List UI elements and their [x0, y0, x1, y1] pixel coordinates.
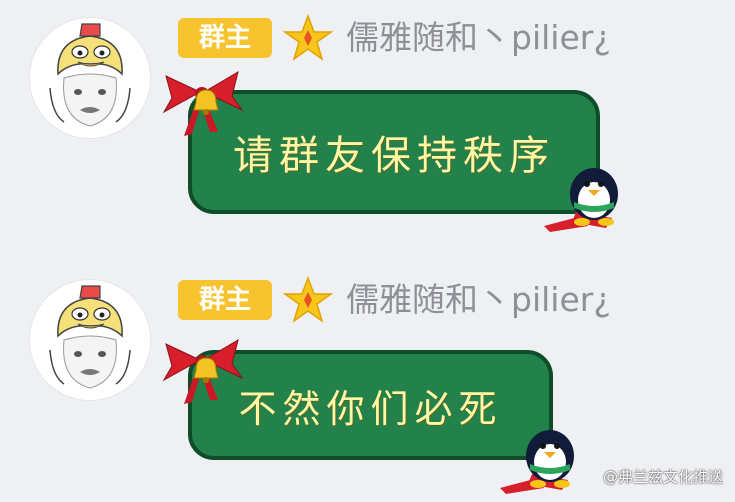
avatar[interactable] [30, 18, 150, 138]
penguin-icon [544, 168, 618, 232]
watermark: @弗兰兹文化推送 [602, 468, 723, 486]
group-owner-badge: 群主 [178, 18, 272, 58]
cat-avatar-icon [30, 18, 150, 138]
chat-message: 群主 儒雅随和丶pilier¿ 请群友保持秩序 [0, 0, 735, 240]
star-icon [283, 276, 333, 323]
sender-nickname[interactable]: 儒雅随和丶pilier¿ [346, 278, 611, 322]
group-owner-badge: 群主 [178, 280, 272, 320]
sender-nickname[interactable]: 儒雅随和丶pilier¿ [346, 16, 611, 60]
cat-avatar-icon [30, 280, 150, 400]
penguin-icon [500, 430, 574, 494]
star-icon [283, 14, 333, 61]
avatar[interactable] [30, 280, 150, 400]
red-bow-bell-icon [162, 70, 244, 136]
red-bow-bell-icon [162, 338, 244, 404]
